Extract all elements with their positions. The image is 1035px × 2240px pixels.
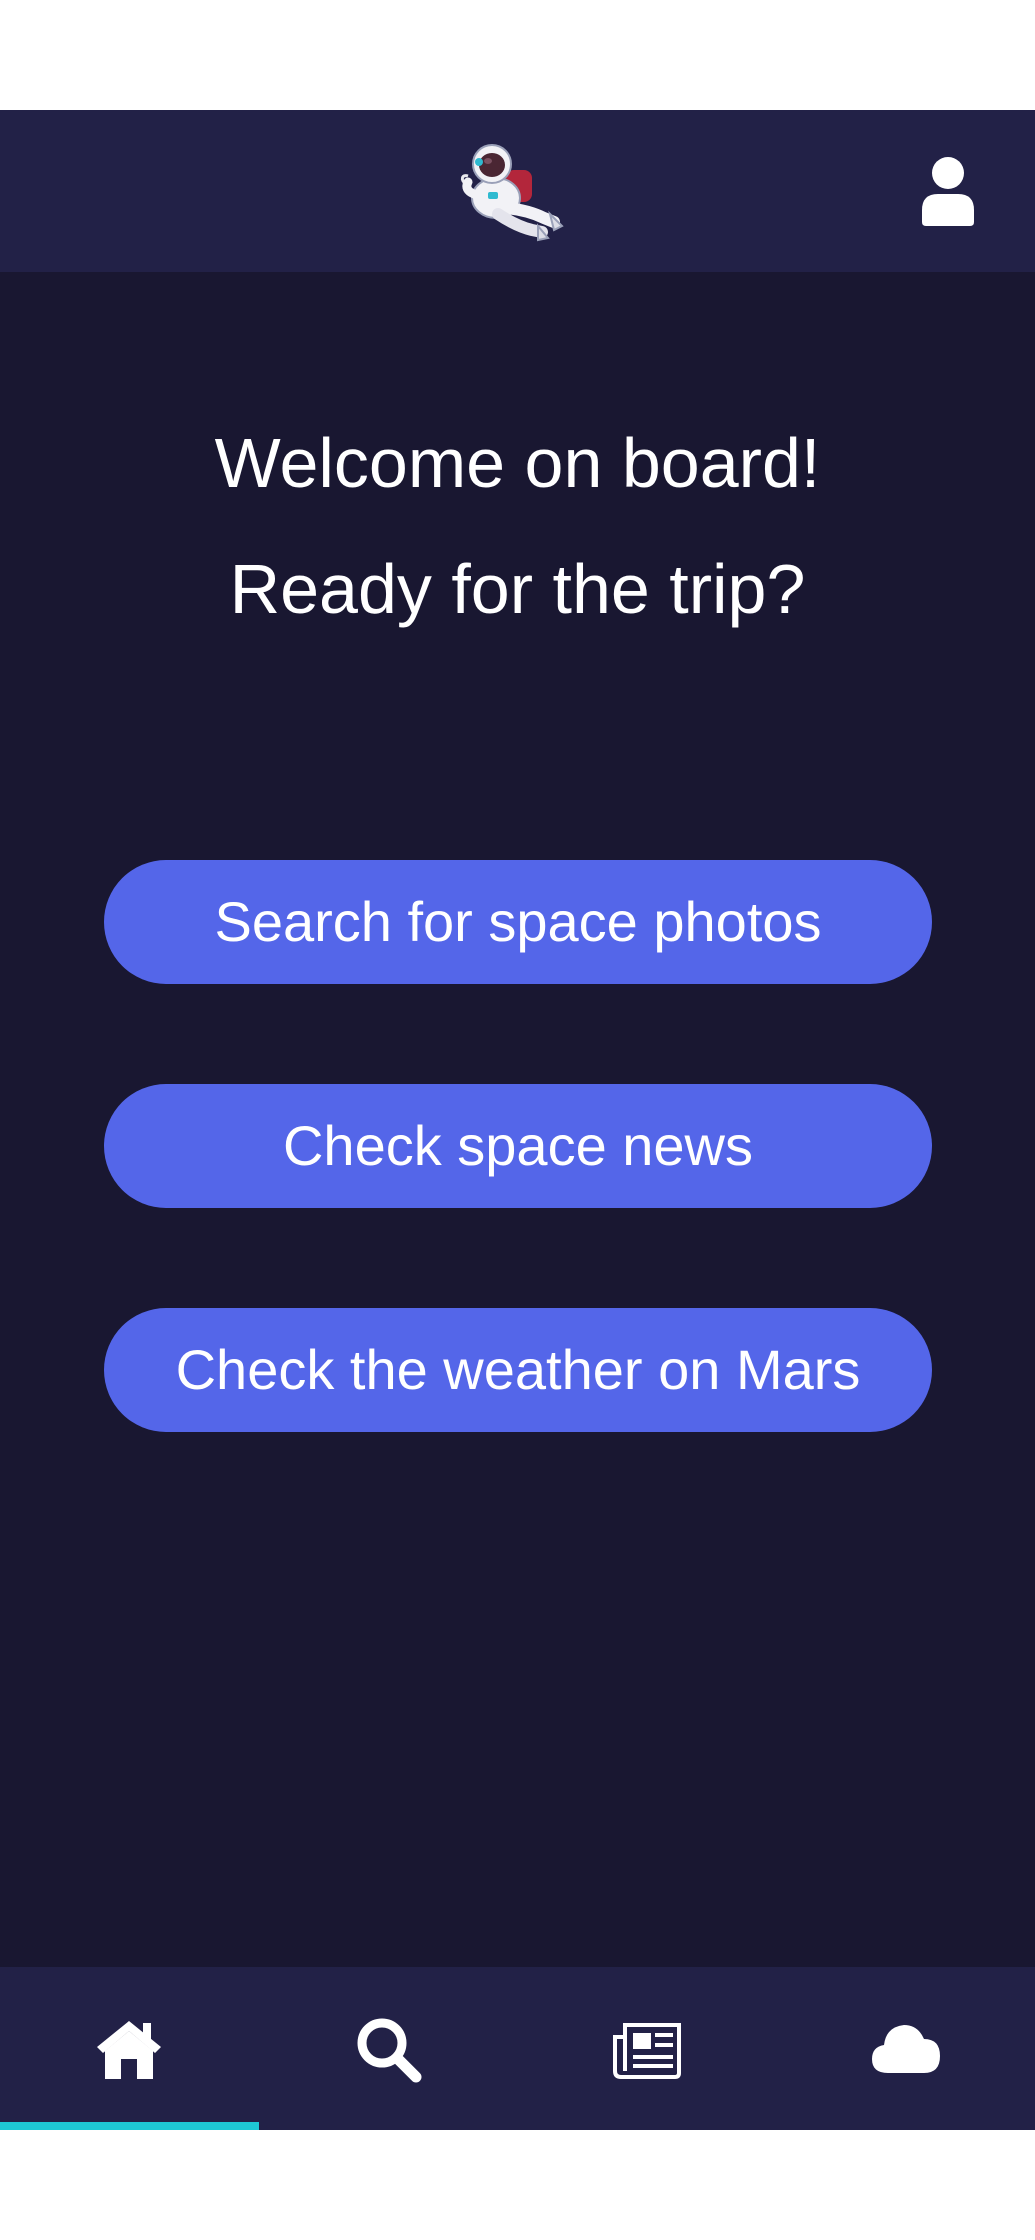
search-space-photos-button[interactable]: Search for space photos: [104, 860, 932, 984]
mars-weather-button[interactable]: Check the weather on Mars: [104, 1308, 932, 1432]
newspaper-icon: [612, 2022, 681, 2079]
nav-item-weather[interactable]: [776, 1967, 1035, 2130]
cloud-icon: [871, 2024, 940, 2073]
search-icon: [357, 2018, 422, 2082]
action-buttons: Search for space photos Check space news…: [104, 860, 932, 1532]
check-space-news-button[interactable]: Check space news: [104, 1084, 932, 1208]
nav-item-search[interactable]: [259, 1967, 518, 2130]
active-tab-indicator: [0, 2122, 259, 2130]
bottom-navigation: [0, 1967, 1035, 2130]
welcome-heading: Welcome on board! Ready for the trip?: [0, 400, 1035, 652]
welcome-title: Welcome on board!: [214, 424, 821, 502]
nav-item-home[interactable]: [0, 1967, 259, 2130]
astronaut-logo-icon: [460, 144, 564, 242]
user-profile-icon[interactable]: [918, 156, 978, 226]
top-bar: [0, 110, 1035, 272]
app-screen: Welcome on board! Ready for the trip? Se…: [0, 110, 1035, 2130]
home-icon: [97, 2020, 162, 2079]
nav-item-news[interactable]: [518, 1967, 777, 2130]
welcome-subtitle: Ready for the trip?: [229, 550, 806, 628]
